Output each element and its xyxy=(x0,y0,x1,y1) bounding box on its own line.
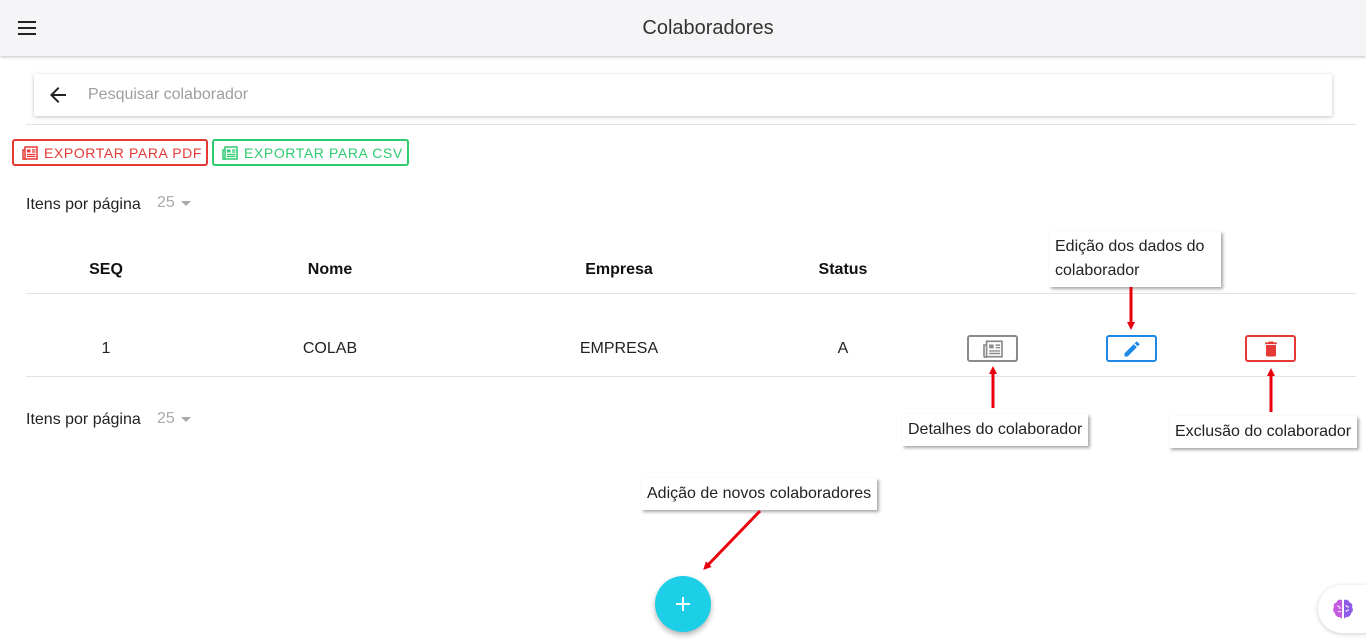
assistant-widget[interactable] xyxy=(1318,585,1366,633)
arrow-to-fab xyxy=(703,509,762,570)
add-collaborator-button[interactable] xyxy=(655,576,711,632)
annotation-arrows xyxy=(703,287,1275,570)
brain-icon xyxy=(1333,599,1353,619)
plus-icon xyxy=(676,597,690,611)
